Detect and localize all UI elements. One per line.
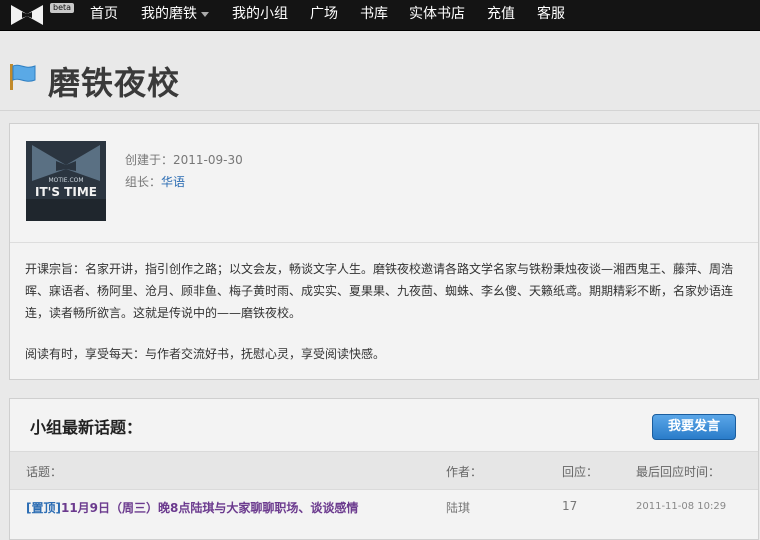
- header-last-reply: 最后回应时间：: [636, 465, 721, 479]
- leader-link[interactable]: 华语: [161, 175, 185, 189]
- topics-panel: 小组最新话题： 我要发言 话题： 作者： 回应： 最后回应时间： [置顶]11月…: [9, 398, 759, 540]
- nav-my-motie-label: 我的磨铁: [141, 6, 197, 22]
- nav-my-groups[interactable]: 我的小组: [232, 0, 288, 30]
- avatar-caption-main: IT'S TIME: [35, 185, 97, 199]
- panel-divider: [10, 242, 758, 243]
- group-info-panel: MOTIE.COM IT'S TIME 创建于：2011-09-30 组长：华语…: [9, 123, 759, 380]
- header-replies: 回应：: [562, 465, 599, 479]
- beta-badge: beta: [50, 3, 75, 13]
- header-author: 作者：: [446, 465, 483, 479]
- topic-author[interactable]: 陆琪: [446, 499, 470, 516]
- topic-replies: 17: [562, 499, 578, 513]
- top-navbar: beta 首页 我的磨铁 我的小组 广场 书库 实体书店 充值 客服: [0, 0, 760, 31]
- post-button[interactable]: 我要发言: [652, 414, 736, 440]
- nav-my-motie[interactable]: 我的磨铁: [141, 0, 209, 30]
- chevron-down-icon: [201, 11, 209, 17]
- nav-bookstore[interactable]: 实体书店: [409, 0, 465, 30]
- description-paragraph-1: 开课宗旨：名家开讲，指引创作之路；以文会友，畅谈文字人生。磨铁夜校邀请各路文学名…: [25, 262, 734, 320]
- nav-customer-service[interactable]: 客服: [537, 0, 565, 30]
- group-description: 开课宗旨：名家开讲，指引创作之路；以文会友，畅谈文字人生。磨铁夜校邀请各路文学名…: [25, 258, 743, 365]
- topics-table-header: 话题： 作者： 回应： 最后回应时间：: [10, 451, 758, 490]
- header-topic: 话题：: [26, 465, 63, 479]
- topics-heading: 小组最新话题：: [30, 418, 143, 437]
- flag-icon: [10, 64, 36, 90]
- topic-last-reply-time: 2011-11-08 10:29: [636, 501, 727, 512]
- nav-square[interactable]: 广场: [310, 0, 338, 30]
- table-row: [置顶]11月9日（周三）晚8点陆琪与大家聊聊职场、谈谈感情 陆琪 17 201…: [10, 489, 758, 523]
- created-label: 创建于：: [125, 153, 174, 167]
- avatar-caption-top: MOTIE.COM: [48, 177, 84, 184]
- page-title: 磨铁夜校: [48, 64, 181, 102]
- created-date: 2011-09-30: [173, 153, 243, 167]
- leader-label: 组长：: [125, 175, 162, 189]
- title-divider: [0, 110, 760, 111]
- nav-home[interactable]: 首页: [90, 0, 118, 30]
- leader-info: 组长：华语: [125, 173, 185, 190]
- nav-library[interactable]: 书库: [360, 0, 388, 30]
- group-avatar[interactable]: MOTIE.COM IT'S TIME: [26, 141, 106, 221]
- nav-recharge[interactable]: 充值: [487, 0, 515, 30]
- topic-title-link[interactable]: [置顶]11月9日（周三）晚8点陆琪与大家聊聊职场、谈谈感情: [26, 499, 358, 516]
- created-info: 创建于：2011-09-30: [125, 151, 243, 168]
- motie-logo-icon[interactable]: [10, 3, 44, 27]
- description-paragraph-2: 阅读有时，享受每天：与作者交流好书，抚慰心灵，享受阅读快感。: [25, 347, 386, 361]
- topic-title: 11月9日（周三）晚8点陆琪与大家聊聊职场、谈谈感情: [60, 501, 359, 515]
- sticky-tag: [置顶]: [26, 501, 61, 515]
